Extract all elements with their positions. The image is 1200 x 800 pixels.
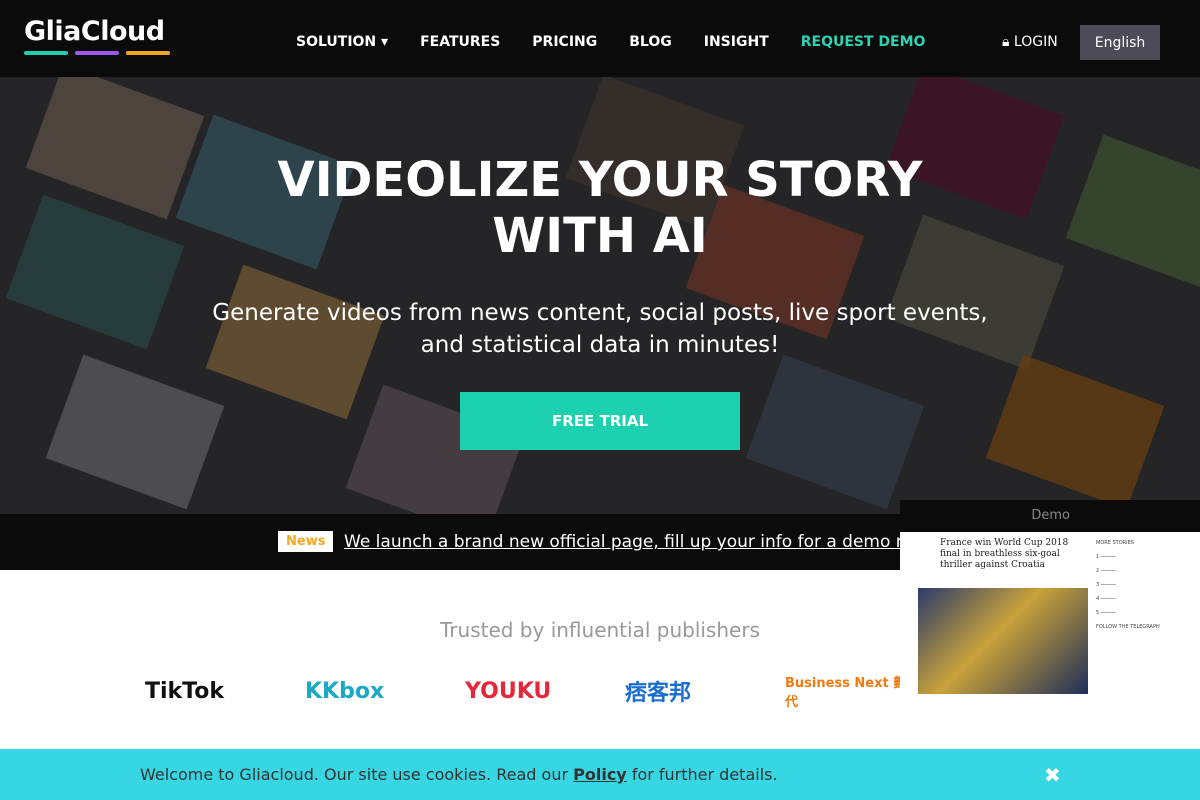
- logo-kkbox: KKbox: [305, 678, 385, 704]
- login-label: LOGIN: [1013, 34, 1058, 50]
- news-link[interactable]: We launch a brand new official page, fil…: [344, 532, 960, 552]
- nav-features[interactable]: FEATURES: [420, 34, 500, 50]
- hero-title: VIDEOLIZE YOUR STORY WITH AI: [277, 152, 923, 264]
- login-link[interactable]: 🔒︎ LOGIN: [1002, 34, 1058, 50]
- close-icon[interactable]: ✖: [1044, 763, 1061, 787]
- hero: VIDEOLIZE YOUR STORY WITH AI Generate vid…: [0, 77, 1200, 514]
- nav-solution[interactable]: SOLUTION ▾: [296, 34, 388, 50]
- nav-blog[interactable]: BLOG: [629, 34, 672, 50]
- demo-headline: France win World Cup 2018 final in breat…: [940, 538, 1069, 570]
- logo-pixnet: 痞客邦: [625, 681, 692, 706]
- logo-tiktok: TikTok: [145, 678, 225, 704]
- free-trial-button[interactable]: FREE TRIAL: [460, 392, 740, 450]
- navbar: GliaCloud SOLUTION ▾ FEATURES PRICING BL…: [0, 0, 1200, 77]
- lock-icon: 🔒︎: [1002, 34, 1010, 50]
- logo[interactable]: GliaCloud: [24, 16, 165, 47]
- logo-youku: YOUKU: [465, 678, 552, 704]
- main-menu: SOLUTION ▾ FEATURES PRICING BLOG INSIGHT…: [296, 34, 925, 50]
- demo-label: Demo: [900, 500, 1200, 532]
- nav-request-demo[interactable]: REQUEST DEMO: [801, 34, 926, 50]
- cookie-banner: Welcome to Gliacloud. Our site use cooki…: [0, 749, 1200, 800]
- demo-video-panel[interactable]: Demo France win World Cup 2018 final in …: [900, 500, 1200, 720]
- news-badge: News: [278, 531, 334, 552]
- publisher-logos: TikTok KKbox YOUKU 痞客邦 Business Next 數位時…: [145, 672, 945, 710]
- nav-insight[interactable]: INSIGHT: [704, 34, 769, 50]
- nav-pricing[interactable]: PRICING: [532, 34, 597, 50]
- demo-sidebar: MORE STORIES 1 ───── 2 ───── 3 ───── 4 ─────…: [1096, 540, 1160, 630]
- demo-photo: [918, 588, 1088, 694]
- hero-subtitle: Generate videos from news content, socia…: [212, 300, 988, 358]
- policy-link[interactable]: Policy: [573, 765, 627, 784]
- language-select[interactable]: English: [1080, 25, 1160, 60]
- logo-bars: [24, 51, 170, 55]
